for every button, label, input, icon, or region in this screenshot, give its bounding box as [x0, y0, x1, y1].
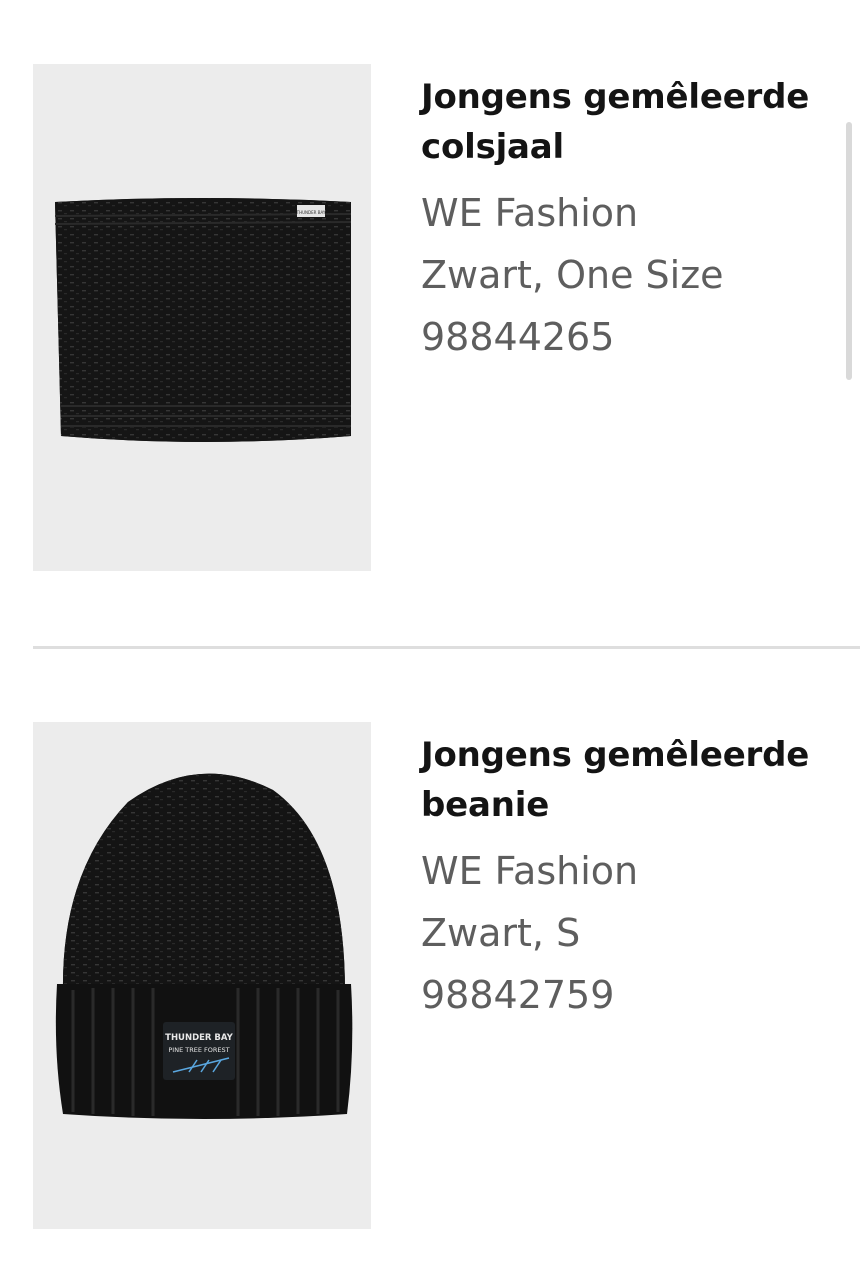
product-brand: WE Fashion: [421, 191, 639, 235]
product-variant: Zwart, S: [421, 911, 581, 955]
product-image-beanie[interactable]: THUNDER BAY PINE TREE FOREST: [33, 722, 371, 1229]
product-title[interactable]: Jongens gemêleerde beanie: [421, 730, 841, 830]
product-variant: Zwart, One Size: [421, 253, 724, 297]
neck-warmer-illustration: THUNDER BAY: [54, 198, 352, 442]
brand-tag-text: THUNDER BAY: [296, 210, 326, 215]
product-item[interactable]: THUNDER BAY PINE TREE FOREST Jongens gem…: [0, 660, 860, 1280]
product-title[interactable]: Jongens gemêleerde colsjaal: [421, 72, 841, 172]
patch-text-line1: THUNDER BAY: [165, 1033, 234, 1043]
product-article-number: 98844265: [421, 315, 615, 359]
patch-text-line2: PINE TREE FOREST: [168, 1046, 229, 1054]
beanie-illustration: THUNDER BAY PINE TREE FOREST: [55, 773, 353, 1119]
product-info: Jongens gemêleerde colsjaal WE Fashion Z…: [421, 72, 841, 368]
product-article-number: 98842759: [421, 973, 615, 1017]
scrollbar[interactable]: [846, 122, 852, 380]
divider: [33, 646, 860, 649]
product-item[interactable]: THUNDER BAY Jongens gemêleerde colsjaal …: [0, 0, 860, 640]
product-brand: WE Fashion: [421, 849, 639, 893]
product-image-colsjaal[interactable]: THUNDER BAY: [33, 64, 371, 571]
product-info: Jongens gemêleerde beanie WE Fashion Zwa…: [421, 730, 841, 1026]
